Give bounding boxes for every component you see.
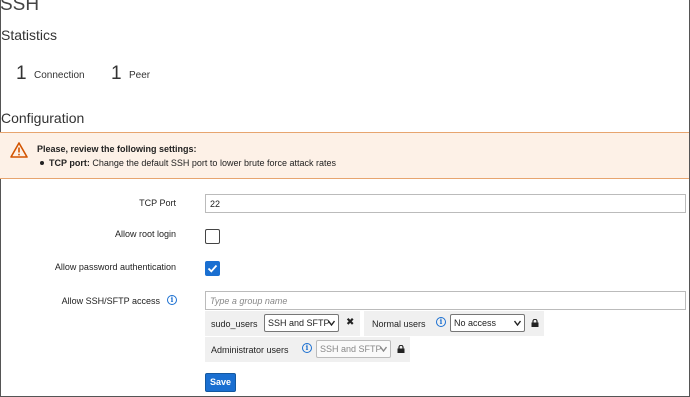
group-item-administrator-users: Administrator users i SSH and SFTP — [205, 337, 410, 362]
check-icon — [207, 264, 218, 273]
allow-password-label: Allow password authentication — [54, 262, 176, 272]
administrator-users-access-select: SSH and SFTP — [316, 340, 391, 358]
warning-icon — [10, 142, 28, 158]
remove-group-icon[interactable]: ✖ — [346, 317, 354, 328]
connection-label: Connection — [34, 70, 85, 81]
sudo-users-access-select[interactable]: SSH and SFTP — [264, 314, 339, 332]
warning-item-key: TCP port: — [49, 158, 90, 168]
warning-alert: Please, review the following settings: T… — [0, 132, 689, 179]
group-name: Normal users — [372, 319, 426, 329]
group-name: sudo_users — [211, 319, 258, 329]
allow-access-label: Allow SSH/SFTP access — [61, 296, 160, 306]
warning-title: Please, review the following settings: — [37, 144, 197, 154]
group-item-sudo-users: sudo_users SSH and SFTP ✖ — [205, 311, 360, 336]
peer-label: Peer — [129, 70, 151, 81]
allow-root-label: Allow root login — [114, 229, 176, 239]
select-value: SSH and SFTP — [268, 318, 330, 328]
group-name-input[interactable]: Type a group name — [205, 291, 686, 310]
group-name: Administrator users — [211, 345, 289, 355]
tcp-port-label: TCP Port — [139, 198, 176, 208]
access-info-icon[interactable]: i — [167, 295, 177, 305]
warning-item-text: Change the default SSH port to lower bru… — [92, 158, 336, 168]
lock-icon — [397, 345, 405, 353]
group-item-normal-users: Normal users i No access — [364, 311, 544, 336]
page-title: SSH — [0, 0, 40, 15]
lock-icon — [531, 319, 539, 327]
connection-count: 1 — [16, 63, 27, 84]
configuration-heading: Configuration — [1, 110, 85, 126]
select-value: SSH and SFTP — [320, 344, 382, 354]
chevron-down-icon — [328, 320, 335, 326]
peer-count: 1 — [111, 63, 122, 84]
tcp-port-input[interactable]: 22 — [205, 194, 686, 213]
select-value: No access — [454, 318, 497, 328]
normal-users-info-icon[interactable]: i — [436, 317, 446, 327]
bullet — [40, 161, 44, 165]
chevron-down-icon — [380, 346, 387, 352]
normal-users-access-select[interactable]: No access — [450, 314, 525, 332]
save-button[interactable]: Save — [205, 373, 236, 392]
allow-root-checkbox[interactable] — [205, 229, 220, 244]
administrator-users-info-icon[interactable]: i — [302, 343, 312, 353]
statistics-heading: Statistics — [1, 27, 58, 43]
warning-item: TCP port: Change the default SSH port to… — [40, 158, 336, 168]
chevron-down-icon — [514, 320, 521, 326]
allow-password-checkbox[interactable] — [205, 261, 220, 276]
